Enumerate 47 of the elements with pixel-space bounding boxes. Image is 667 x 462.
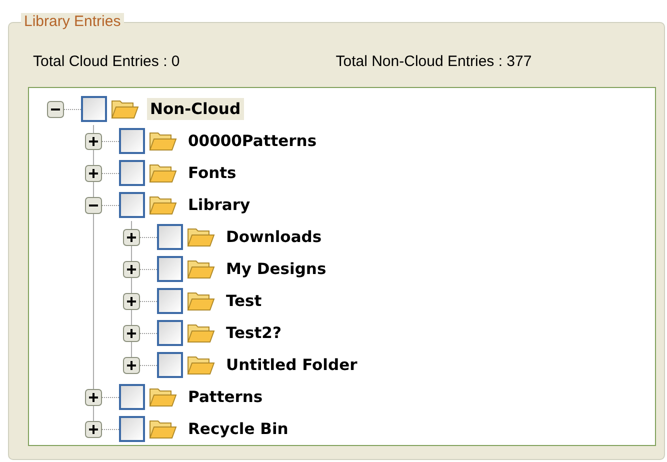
folder-icon (149, 194, 177, 216)
tree-item[interactable]: Library (185, 194, 254, 216)
checkbox[interactable] (157, 224, 183, 250)
expand-icon[interactable] (85, 132, 102, 150)
tree-item[interactable]: Recycle Bin (185, 418, 292, 440)
expand-icon[interactable] (123, 356, 140, 374)
checkbox[interactable] (157, 256, 183, 282)
tree-item[interactable]: Test2? (223, 322, 284, 344)
tree-item[interactable]: Non-Cloud (147, 98, 244, 120)
folder-icon (149, 130, 177, 152)
folder-icon (149, 418, 177, 440)
checkbox[interactable] (119, 160, 145, 186)
folder-icon (149, 162, 177, 184)
expand-icon[interactable] (123, 228, 140, 246)
tree-item[interactable]: 00000Patterns (185, 130, 320, 152)
checkbox[interactable] (81, 96, 107, 122)
folder-icon (187, 226, 215, 248)
tree-item[interactable]: Test (223, 290, 265, 312)
expand-icon[interactable] (85, 420, 102, 438)
checkbox[interactable] (157, 320, 183, 346)
folder-icon (187, 258, 215, 280)
tree-item[interactable]: Patterns (185, 386, 266, 408)
expand-icon[interactable] (85, 164, 102, 182)
folder-icon (187, 290, 215, 312)
tree-item[interactable]: My Designs (223, 258, 330, 280)
group-title: Library Entries (21, 13, 124, 30)
folder-icon (111, 98, 139, 120)
checkbox[interactable] (119, 128, 145, 154)
checkbox[interactable] (119, 384, 145, 410)
expand-icon[interactable] (123, 292, 140, 310)
folder-icon (149, 386, 177, 408)
folder-icon (187, 322, 215, 344)
entries-count: Total Non-Cloud Entries : 377 (336, 53, 532, 72)
checkbox[interactable] (119, 416, 145, 442)
expand-icon[interactable] (123, 324, 140, 342)
tree-item[interactable]: Fonts (185, 162, 240, 184)
checkbox[interactable] (157, 352, 183, 378)
checkbox[interactable] (157, 288, 183, 314)
collapse-icon[interactable] (85, 196, 102, 214)
expand-icon[interactable] (123, 260, 140, 278)
entries-count: Total Cloud Entries : 0 (33, 53, 180, 72)
collapse-icon[interactable] (47, 100, 64, 118)
tree-item[interactable]: Untitled Folder (223, 354, 360, 376)
tree-item[interactable]: Downloads (223, 226, 325, 248)
folder-icon (187, 354, 215, 376)
checkbox[interactable] (119, 192, 145, 218)
expand-icon[interactable] (85, 388, 102, 406)
